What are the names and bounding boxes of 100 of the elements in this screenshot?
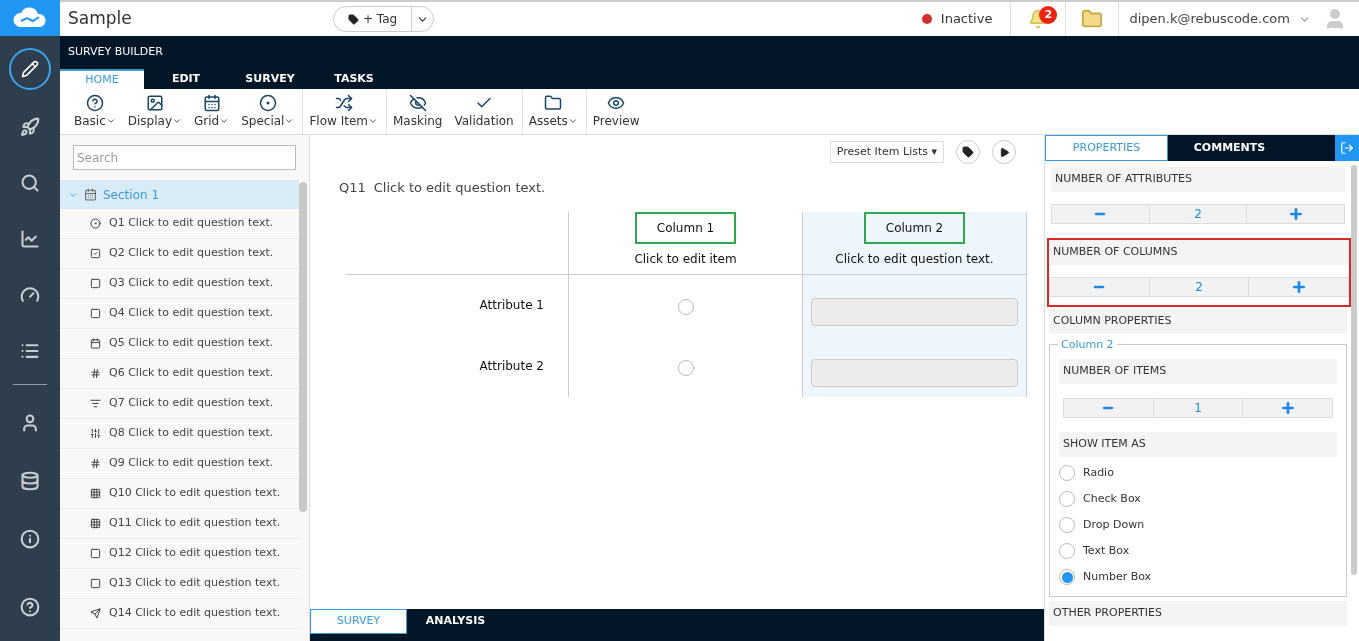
- toolbar-button[interactable]: Grid: [188, 89, 236, 134]
- grid-icon: [90, 518, 101, 529]
- image-icon: [145, 93, 164, 112]
- question-row[interactable]: Q5 Click to edit question text.: [60, 329, 299, 359]
- toolbar-button[interactable]: Special: [235, 89, 304, 134]
- user-menu[interactable]: dipen.k@rebuscode.com: [1129, 9, 1311, 29]
- column-item-text: Click to edit question text.: [835, 250, 994, 268]
- properties-tab[interactable]: COMMENTS: [1168, 135, 1291, 161]
- question-row[interactable]: Q13 Click to edit question text.: [60, 569, 299, 599]
- radio-label: Check Box: [1083, 490, 1141, 507]
- checkbox-icon: [90, 248, 101, 259]
- help-box-icon: [85, 93, 104, 112]
- stepper-value: 2: [1193, 206, 1203, 223]
- play-icon: [998, 146, 1010, 158]
- grid-icon: [90, 488, 101, 499]
- radio-button[interactable]: [677, 298, 694, 315]
- tag-button[interactable]: + Tag: [334, 7, 412, 31]
- section-label: Section 1: [103, 186, 160, 204]
- column-label[interactable]: Column 1: [634, 211, 737, 244]
- question-row[interactable]: Q1 Click to edit question text.: [60, 209, 299, 239]
- scrollbar-thumb[interactable]: [299, 182, 307, 512]
- plus-icon: [1279, 400, 1296, 416]
- question-text: Click to edit question text.: [373, 179, 546, 197]
- question-row[interactable]: Q10 Click to edit question text.: [60, 479, 299, 509]
- calendar-grid-icon: [202, 93, 221, 112]
- radio-label: Radio: [1083, 464, 1114, 481]
- box-icon: [90, 548, 101, 559]
- question-row[interactable]: Q6 Click to edit question text.: [60, 359, 299, 389]
- section-heading: NUMBER OF ATTRIBUTES: [1055, 171, 1192, 188]
- section-icon: [84, 188, 97, 201]
- number-input[interactable]: [811, 297, 1018, 326]
- search-field[interactable]: Search: [73, 145, 296, 170]
- help-icon: [20, 597, 40, 617]
- search-icon: [20, 173, 40, 193]
- builder-nav-button[interactable]: [9, 48, 51, 90]
- toolbar-button[interactable]: Basic: [68, 89, 122, 134]
- toolbar-button[interactable]: Validation: [448, 89, 523, 134]
- plus-icon: [1290, 279, 1307, 295]
- number-input[interactable]: [811, 358, 1018, 387]
- chart-icon: [20, 229, 40, 249]
- ribbon-tab[interactable]: TASKS: [312, 69, 396, 89]
- radio-button[interactable]: [677, 359, 694, 376]
- toolbar-button[interactable]: Assets: [522, 89, 587, 134]
- question-row[interactable]: Q11 Click to edit question text.: [60, 509, 299, 539]
- stepper-value: 2: [1194, 279, 1204, 296]
- sliders-icon: [90, 428, 101, 439]
- preset-item-lists-button[interactable]: Preset Item Lists ▾: [829, 141, 944, 163]
- info-icon: [20, 529, 40, 549]
- exit-panel-button[interactable]: [1335, 135, 1359, 161]
- section-heading: SHOW ITEM AS: [1063, 436, 1146, 453]
- pencil-icon: [21, 60, 39, 78]
- question-row[interactable]: Q12 Click to edit question text.: [60, 539, 299, 569]
- paper-plane-icon: [90, 608, 101, 619]
- toolbar-button[interactable]: Preview: [586, 89, 646, 134]
- column-label[interactable]: Column 2: [863, 211, 966, 244]
- builder-title: SURVEY BUILDER: [68, 44, 164, 60]
- eye-slash-icon: [408, 93, 427, 112]
- database-icon: [20, 471, 40, 491]
- plus-icon: [1287, 206, 1304, 222]
- user-icon: [20, 413, 40, 433]
- exit-icon: [1340, 141, 1354, 155]
- number-icon: [90, 458, 101, 469]
- column-item-text: Click to edit item: [634, 250, 737, 268]
- notification-badge: 2: [1039, 6, 1058, 24]
- bottom-tab[interactable]: ANALYSIS: [407, 609, 504, 634]
- radio-label: Drop Down: [1083, 516, 1145, 533]
- radio-icon: [90, 218, 101, 229]
- question-row[interactable]: Q14 Click to edit question text.: [60, 599, 299, 629]
- stepper-value: 1: [1193, 400, 1203, 417]
- notifications-button[interactable]: 2: [1011, 2, 1066, 36]
- list-icon: [20, 341, 40, 361]
- radio-label: Text Box: [1083, 542, 1130, 559]
- shuffle-icon: [334, 93, 353, 112]
- toolbar-button[interactable]: Masking: [387, 89, 449, 134]
- scrollbar-thumb[interactable]: [1351, 165, 1357, 575]
- ribbon-tab[interactable]: EDIT: [144, 69, 228, 89]
- column-header[interactable]: Column 2 Click to edit question text.: [802, 211, 1027, 275]
- radio-label: Number Box: [1083, 568, 1152, 585]
- box-icon: [90, 578, 101, 589]
- calendar-icon: [90, 338, 101, 349]
- folder-icon: [544, 93, 563, 112]
- tag-icon: [348, 13, 359, 25]
- toolbar-button[interactable]: Display: [121, 89, 188, 134]
- question-number: Q11: [339, 179, 366, 197]
- section-heading: NUMBER OF COLUMNS: [1053, 244, 1178, 261]
- list-icon: [90, 398, 101, 409]
- section-heading: COLUMN PROPERTIES: [1053, 313, 1172, 330]
- toolbar-button[interactable]: Flow Item: [303, 89, 387, 134]
- question-row[interactable]: Q2 Click to edit question text.: [60, 239, 299, 269]
- question-row[interactable]: Q9 Click to edit question text.: [60, 449, 299, 479]
- attribute-label: Attribute 1: [479, 297, 544, 314]
- number-icon: [90, 368, 101, 379]
- attribute-label: Attribute 2: [479, 358, 544, 375]
- tag-icon: [962, 146, 974, 158]
- survey-title: Sample: [68, 7, 133, 31]
- section-heading: NUMBER OF ITEMS: [1063, 363, 1167, 380]
- status-label: Inactive: [940, 10, 993, 29]
- section-heading: OTHER PROPERTIES: [1053, 605, 1162, 622]
- column-header[interactable]: Column 1 Click to edit item: [568, 211, 802, 275]
- ribbon-tab[interactable]: SURVEY: [228, 69, 312, 89]
